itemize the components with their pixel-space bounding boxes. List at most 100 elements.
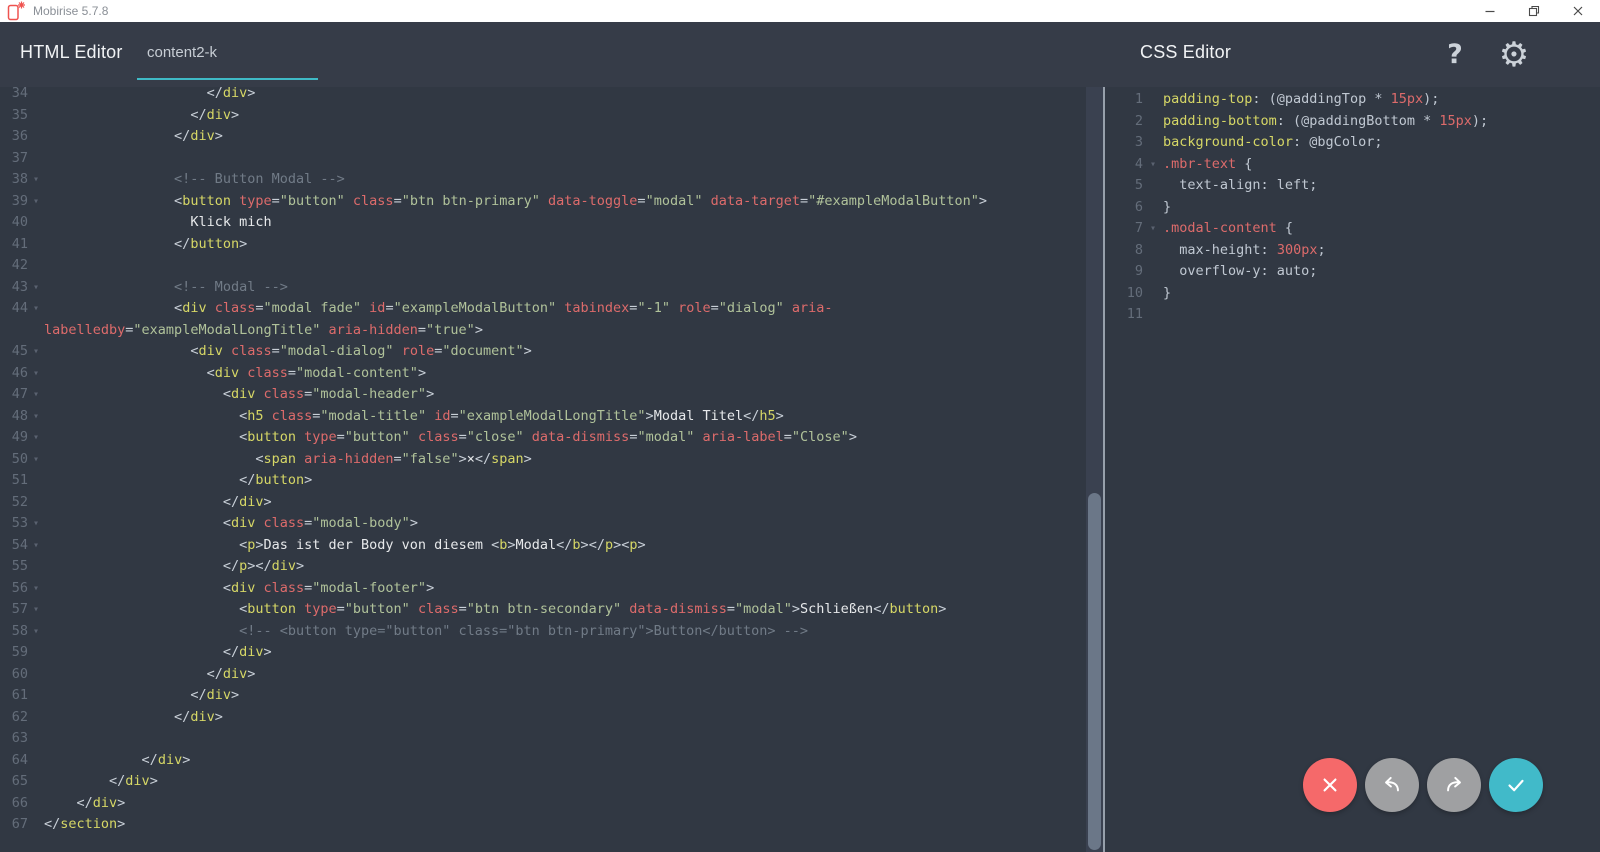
fold-arrow-icon[interactable]: ▾ [28, 621, 44, 643]
code-line: 11 [1105, 304, 1600, 326]
code-text[interactable]: text-align: left; [1163, 175, 1600, 197]
code-text[interactable]: <button type="button" class="btn btn-sec… [44, 599, 1086, 621]
code-text[interactable]: </div> [44, 87, 1086, 105]
code-line: 5 text-align: left; [1105, 175, 1600, 197]
fold-arrow-icon[interactable]: ▾ [28, 578, 44, 600]
css-code-editor[interactable]: 1padding-top: (@paddingTop * 15px);2padd… [1105, 87, 1600, 852]
code-text[interactable] [44, 255, 1086, 277]
code-text[interactable]: </div> [44, 750, 1086, 772]
code-text[interactable]: <button type="button" class="close" data… [44, 427, 1086, 449]
tab-content2-k[interactable]: content2-k [137, 36, 318, 80]
fold-arrow-icon[interactable]: ▾ [28, 599, 44, 621]
code-text[interactable]: </div> [44, 771, 1086, 793]
fold-arrow-icon[interactable]: ▾ [28, 406, 44, 428]
code-text[interactable]: } [1163, 197, 1600, 219]
fold-arrow-icon[interactable]: ▾ [28, 449, 44, 471]
code-line: 8 max-height: 300px; [1105, 240, 1600, 262]
code-text[interactable]: overflow-y: auto; [1163, 261, 1600, 283]
fold-arrow-icon[interactable]: ▾ [28, 363, 44, 385]
minimize-button[interactable] [1468, 0, 1512, 22]
code-text[interactable]: Klick mich [44, 212, 1086, 234]
line-number: 8 [1105, 240, 1143, 262]
code-text[interactable]: } [1163, 283, 1600, 305]
code-text[interactable]: <div class="modal-content"> [44, 363, 1086, 385]
cancel-button[interactable] [1303, 758, 1357, 812]
code-text[interactable]: </div> [44, 492, 1086, 514]
line-number: 9 [1105, 261, 1143, 283]
code-text[interactable]: </button> [44, 470, 1086, 492]
code-text[interactable]: background-color: @bgColor; [1163, 132, 1600, 154]
fold-arrow-icon[interactable]: ▾ [28, 535, 44, 557]
close-window-button[interactable] [1556, 0, 1600, 22]
fold-arrow-icon[interactable]: ▾ [28, 341, 44, 363]
code-line: 50▾ <span aria-hidden="false">×</span> [0, 449, 1086, 471]
undo-button[interactable] [1365, 758, 1419, 812]
code-text[interactable]: <h5 class="modal-title" id="exampleModal… [44, 406, 1086, 428]
code-text[interactable] [44, 728, 1086, 750]
code-line: 65 </div> [0, 771, 1086, 793]
code-line: 58▾ <!-- <button type="button" class="bt… [0, 621, 1086, 643]
code-text[interactable]: </div> [44, 685, 1086, 707]
code-text[interactable]: <!-- Modal --> [44, 277, 1086, 299]
code-text[interactable]: .modal-content { [1163, 218, 1600, 240]
code-text[interactable]: <button type="button" class="btn btn-pri… [44, 191, 1086, 213]
help-icon[interactable]: ? [1436, 22, 1474, 87]
html-code-editor[interactable]: 34 </div>35 </div>36 </div>3738▾ <!-- Bu… [0, 87, 1086, 852]
code-line: 63 [0, 728, 1086, 750]
fold-arrow-icon[interactable]: ▾ [28, 384, 44, 406]
fold-arrow-icon[interactable]: ▾ [1143, 154, 1163, 176]
line-number: 54 [0, 535, 28, 557]
code-line: 36 </div> [0, 126, 1086, 148]
restore-button[interactable] [1512, 0, 1556, 22]
line-number: 42 [0, 255, 28, 277]
code-text[interactable]: </div> [44, 126, 1086, 148]
code-text[interactable]: <div class="modal-body"> [44, 513, 1086, 535]
scrollbar-thumb[interactable] [1088, 493, 1101, 850]
line-number: 36 [0, 126, 28, 148]
fold-arrow-icon[interactable]: ▾ [1143, 218, 1163, 240]
fold-arrow-icon[interactable]: ▾ [28, 169, 44, 191]
redo-button[interactable] [1427, 758, 1481, 812]
fold-arrow-icon[interactable]: ▾ [28, 427, 44, 449]
code-text[interactable]: <div class="modal-dialog" role="document… [44, 341, 1086, 363]
editor-header: HTML Editor content2-k CSS Editor ? ⚙ [0, 22, 1600, 87]
code-line: 7▾.modal-content { [1105, 218, 1600, 240]
code-text[interactable]: </div> [44, 642, 1086, 664]
code-text[interactable]: </div> [44, 793, 1086, 815]
line-number: 3 [1105, 132, 1143, 154]
fold-arrow-icon[interactable]: ▾ [28, 191, 44, 213]
line-number: 53 [0, 513, 28, 535]
code-text[interactable]: </div> [44, 105, 1086, 127]
code-line: 4▾.mbr-text { [1105, 154, 1600, 176]
gear-icon[interactable]: ⚙ [1492, 22, 1536, 87]
code-text[interactable]: </p></div> [44, 556, 1086, 578]
code-text[interactable]: <div class="modal fade" id="exampleModal… [44, 298, 1086, 341]
code-line: 52 </div> [0, 492, 1086, 514]
code-text[interactable] [1163, 304, 1600, 326]
line-number: 48 [0, 406, 28, 428]
code-text[interactable]: <div class="modal-header"> [44, 384, 1086, 406]
fold-arrow-icon[interactable]: ▾ [28, 277, 44, 299]
fold-arrow-icon[interactable]: ▾ [28, 513, 44, 535]
code-line: 41 </button> [0, 234, 1086, 256]
fold-arrow-icon[interactable]: ▾ [28, 298, 44, 320]
code-text[interactable]: <!-- <button type="button" class="btn bt… [44, 621, 1086, 643]
code-text[interactable]: </button> [44, 234, 1086, 256]
code-text[interactable]: <p>Das ist der Body von diesem <b>Modal<… [44, 535, 1086, 557]
code-line: 61 </div> [0, 685, 1086, 707]
apply-button[interactable] [1489, 758, 1543, 812]
code-text[interactable]: <div class="modal-footer"> [44, 578, 1086, 600]
code-text[interactable]: </section> [44, 814, 1086, 836]
code-text[interactable]: <span aria-hidden="false">×</span> [44, 449, 1086, 471]
code-text[interactable]: <!-- Button Modal --> [44, 169, 1086, 191]
code-text[interactable]: </div> [44, 664, 1086, 686]
code-text[interactable]: padding-top: (@paddingTop * 15px); [1163, 89, 1600, 111]
close-icon [1317, 772, 1343, 798]
line-number: 35 [0, 105, 28, 127]
code-text[interactable]: </div> [44, 707, 1086, 729]
line-number: 67 [0, 814, 28, 836]
code-text[interactable]: .mbr-text { [1163, 154, 1600, 176]
code-text[interactable]: max-height: 300px; [1163, 240, 1600, 262]
code-text[interactable]: padding-bottom: (@paddingBottom * 15px); [1163, 111, 1600, 133]
code-text[interactable] [44, 148, 1086, 170]
